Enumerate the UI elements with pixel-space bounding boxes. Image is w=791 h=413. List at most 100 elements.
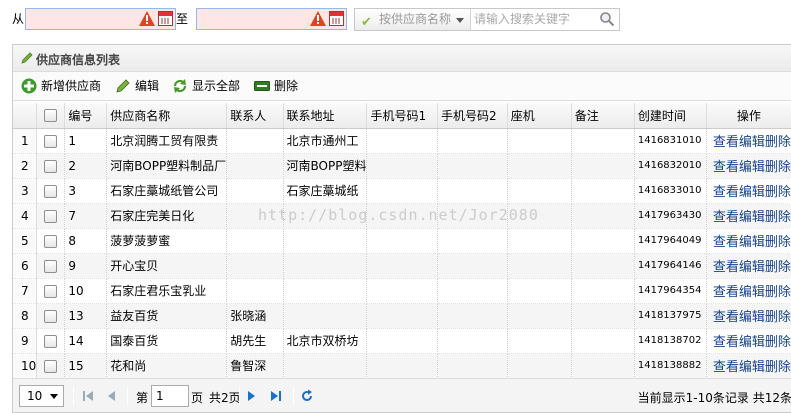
view-link[interactable]: 查看 — [713, 160, 739, 175]
edit-link[interactable]: 编辑 — [739, 160, 765, 175]
column-header[interactable]: 手机号码2 — [437, 103, 508, 129]
cell-name: 石家庄藁城纸管公司 — [106, 178, 228, 204]
column-header[interactable]: 备注 — [571, 103, 635, 129]
view-link[interactable]: 查看 — [713, 135, 739, 150]
row-number: 7 — [13, 278, 38, 304]
select-all-checkbox[interactable] — [36, 103, 66, 129]
cell-mobile1 — [366, 353, 439, 379]
next-page-icon[interactable] — [244, 389, 258, 403]
end-date-input[interactable] — [196, 8, 347, 30]
calendar-icon[interactable] — [329, 11, 344, 26]
edit-button[interactable]: 编辑 — [115, 77, 159, 95]
supplier-grid: 编号 供应商名称 联系人 联系地址 手机号码1 手机号码2 座机 备注 创建时间… — [13, 103, 791, 379]
table-row[interactable]: 4 7 石家庄完美日化 1417963430 查看编辑删除 — [13, 203, 791, 229]
column-header[interactable]: 创建时间 — [634, 103, 707, 129]
table-row[interactable]: 8 13 益友百货 张晓涵 1418137975 查看编辑删除 — [13, 303, 791, 329]
table-row[interactable]: 10 15 花和尚 鲁智深 1418138882 查看编辑删除 — [13, 353, 791, 379]
edit-label: 编辑 — [135, 79, 160, 93]
reload-icon[interactable] — [300, 389, 314, 403]
search-field-menu-button[interactable]: ✔ 按供应商名称 — [355, 9, 471, 30]
row-checkbox[interactable] — [36, 178, 66, 204]
edit-link[interactable]: 编辑 — [739, 285, 765, 300]
delete-link[interactable]: 删除 — [765, 210, 791, 225]
edit-link[interactable]: 编辑 — [739, 335, 765, 350]
column-header[interactable]: 供应商名称 — [106, 103, 228, 129]
delete-link[interactable]: 删除 — [765, 285, 791, 300]
search-icon[interactable] — [599, 11, 615, 27]
view-link[interactable]: 查看 — [713, 210, 739, 225]
checkbox[interactable] — [44, 359, 58, 373]
checkbox[interactable] — [44, 259, 58, 273]
delete-button[interactable]: 删除 — [254, 77, 298, 95]
view-link[interactable]: 查看 — [713, 285, 739, 300]
calendar-icon[interactable] — [158, 11, 173, 26]
edit-link[interactable]: 编辑 — [739, 135, 765, 150]
start-date-input[interactable] — [25, 8, 176, 30]
table-row[interactable]: 2 2 河南BOPP塑料制品厂 河南BOPP塑料 1416832010 查看编辑删除 — [13, 153, 791, 179]
checkbox[interactable] — [44, 234, 58, 248]
delete-link[interactable]: 删除 — [765, 135, 791, 150]
warning-icon — [139, 11, 155, 26]
edit-link[interactable]: 编辑 — [739, 360, 765, 375]
row-checkbox[interactable] — [36, 253, 66, 279]
column-header[interactable]: 座机 — [507, 103, 572, 129]
table-row[interactable]: 5 8 菠萝菠萝蜜 1417964049 查看编辑删除 — [13, 228, 791, 254]
table-row[interactable]: 3 3 石家庄藁城纸管公司 石家庄藁城纸 1416833010 查看编辑删除 — [13, 178, 791, 204]
checkbox[interactable] — [44, 159, 58, 173]
row-checkbox[interactable] — [36, 278, 66, 304]
checkbox[interactable] — [44, 284, 58, 298]
add-supplier-button[interactable]: 新增供应商 — [21, 77, 101, 95]
row-checkbox[interactable] — [36, 328, 66, 354]
edit-link[interactable]: 编辑 — [739, 310, 765, 325]
first-page-icon[interactable] — [81, 389, 95, 403]
view-link[interactable]: 查看 — [713, 335, 739, 350]
row-checkbox[interactable] — [36, 303, 66, 329]
page-size-select[interactable]: 10 — [19, 385, 64, 407]
show-all-button[interactable]: 显示全部 — [172, 77, 240, 95]
view-link[interactable]: 查看 — [713, 310, 739, 325]
search-input[interactable]: 请输入搜索关键字 — [474, 9, 594, 30]
row-checkbox[interactable] — [36, 353, 66, 379]
cell-name: 河南BOPP塑料制品厂 — [106, 153, 228, 179]
delete-link[interactable]: 删除 — [765, 235, 791, 250]
cell-contact — [226, 153, 284, 179]
column-header[interactable]: 联系人 — [226, 103, 284, 129]
checkbox[interactable] — [44, 134, 58, 148]
delete-link[interactable]: 删除 — [765, 260, 791, 275]
delete-link[interactable]: 删除 — [765, 310, 791, 325]
cell-created-time: 1417964146 — [634, 253, 707, 279]
edit-link[interactable]: 编辑 — [739, 210, 765, 225]
checkbox[interactable] — [44, 309, 58, 323]
last-page-icon[interactable] — [269, 389, 283, 403]
page-number-input[interactable]: 1 — [151, 385, 189, 407]
checkbox[interactable] — [44, 334, 58, 348]
view-link[interactable]: 查看 — [713, 185, 739, 200]
edit-link[interactable]: 编辑 — [739, 260, 765, 275]
prev-page-icon[interactable] — [105, 389, 119, 403]
delete-link[interactable]: 删除 — [765, 335, 791, 350]
view-link[interactable]: 查看 — [713, 260, 739, 275]
column-header[interactable]: 联系地址 — [283, 103, 368, 129]
row-checkbox[interactable] — [36, 153, 66, 179]
edit-link[interactable]: 编辑 — [739, 235, 765, 250]
delete-link[interactable]: 删除 — [765, 160, 791, 175]
cell-created-time: 1416833010 — [634, 178, 707, 204]
table-row[interactable]: 1 1 北京润腾工贸有限责 北京市通州工 1416831010 查看编辑删除 — [13, 128, 791, 154]
column-header[interactable]: 编号 — [64, 103, 108, 129]
checkbox[interactable] — [44, 184, 58, 198]
cell-contact — [226, 203, 284, 229]
row-checkbox[interactable] — [36, 203, 66, 229]
row-checkbox[interactable] — [36, 128, 66, 154]
view-link[interactable]: 查看 — [713, 235, 739, 250]
table-row[interactable]: 9 14 国泰百货 胡先生 北京市双桥坊 1418138702 查看编辑删除 — [13, 328, 791, 354]
cell-id: 2 — [64, 153, 108, 179]
checkbox[interactable] — [44, 209, 58, 223]
row-checkbox[interactable] — [36, 228, 66, 254]
delete-link[interactable]: 删除 — [765, 360, 791, 375]
delete-link[interactable]: 删除 — [765, 185, 791, 200]
table-row[interactable]: 6 9 开心宝贝 1417964146 查看编辑删除 — [13, 253, 791, 279]
edit-link[interactable]: 编辑 — [739, 185, 765, 200]
column-header[interactable]: 手机号码1 — [366, 103, 439, 129]
table-row[interactable]: 7 10 石家庄君乐宝乳业 1417964354 查看编辑删除 — [13, 278, 791, 304]
view-link[interactable]: 查看 — [713, 360, 739, 375]
